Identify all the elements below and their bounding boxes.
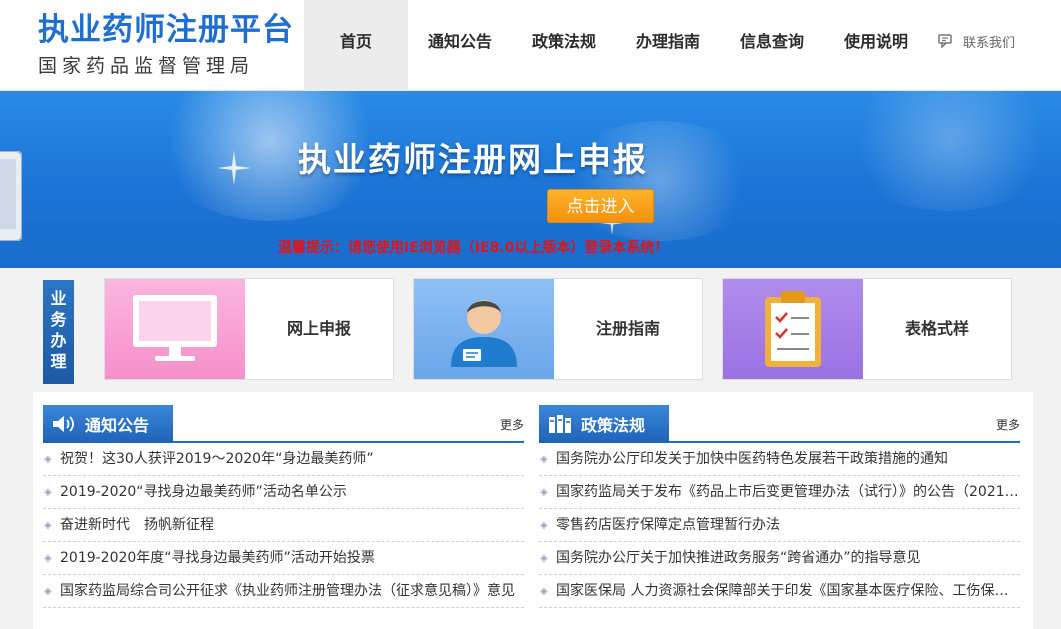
list-item[interactable]: ◈ 国务院办公厅印发关于加快中医药特色发展若干政策措施的通知 bbox=[539, 443, 1020, 476]
list-item-text: 2019-2020年度“寻找身边最美药师”活动开始投票 bbox=[60, 550, 375, 566]
notices-more-link[interactable]: 更多 bbox=[500, 416, 524, 433]
business-label-char: 业 bbox=[50, 289, 67, 308]
logo-subtitle: 国家药品监督管理局 bbox=[38, 55, 255, 77]
bullet-icon: ◈ bbox=[44, 487, 52, 498]
list-item-text: 零售药店医疗保障定点管理暂行办法 bbox=[556, 517, 780, 533]
bullet-icon: ◈ bbox=[540, 487, 548, 498]
nav-query[interactable]: 信息查询 bbox=[720, 0, 824, 91]
business-label-char: 理 bbox=[50, 352, 67, 371]
monitor-icon bbox=[133, 295, 217, 361]
list-item-text: 2019-2020“寻找身边最美药师”活动名单公示 bbox=[60, 484, 347, 500]
enter-button[interactable]: 点击进入 bbox=[547, 189, 654, 223]
policies-list: ◈ 国务院办公厅印发关于加快中医药特色发展若干政策措施的通知 ◈ 国家药监局关于发布… bbox=[539, 443, 1020, 608]
tablet-icon bbox=[0, 151, 22, 241]
main-nav: 首页 通知公告 政策法规 办理指南 信息查询 使用说明 bbox=[304, 0, 928, 91]
banner-title: 执业药师注册网上申报 bbox=[298, 140, 648, 179]
card-tile bbox=[723, 279, 863, 379]
nav-instructions[interactable]: 使用说明 bbox=[824, 0, 928, 91]
person-icon bbox=[451, 300, 517, 367]
bullet-icon: ◈ bbox=[540, 553, 548, 564]
bullet-icon: ◈ bbox=[44, 586, 52, 597]
speaker-icon bbox=[53, 416, 74, 432]
card-label: 注册指南 bbox=[595, 319, 660, 338]
nav-guide[interactable]: 办理指南 bbox=[616, 0, 720, 91]
card-label: 表格式样 bbox=[904, 319, 969, 338]
card-tile bbox=[414, 279, 554, 379]
bullet-icon: ◈ bbox=[44, 454, 52, 465]
list-item[interactable]: ◈ 2019-2020“寻找身边最美药师”活动名单公示 bbox=[43, 476, 524, 509]
card-online-apply[interactable]: 网上申报 bbox=[104, 278, 394, 380]
list-item[interactable]: ◈ 零售药店医疗保障定点管理暂行办法 bbox=[539, 509, 1020, 542]
business-label-char: 办 bbox=[50, 331, 67, 350]
banner: 执业药师注册网上申报 点击进入 温馨提示：请您使用IE浏览器（IE8.0以上版本… bbox=[0, 91, 1061, 268]
business-label-char: 务 bbox=[50, 310, 67, 329]
contact-link[interactable]: 联系我们 bbox=[938, 30, 1015, 52]
list-item-text: 国务院办公厅印发关于加快中医药特色发展若干政策措施的通知 bbox=[556, 451, 948, 467]
list-item[interactable]: ◈ 国家医保局 人力资源社会保障部关于印发《国家基本医疗保险、工伤保险和生育保险药… bbox=[539, 575, 1020, 608]
nav-policies[interactable]: 政策法规 bbox=[512, 0, 616, 91]
list-item-text: 祝贺！这30人获评2019～2020年“身边最美药师” bbox=[60, 451, 374, 467]
list-item-text: 奋进新时代 扬帆新征程 bbox=[60, 517, 214, 533]
sparkle-icon bbox=[217, 151, 251, 185]
card-registration-guide[interactable]: 注册指南 bbox=[413, 278, 703, 380]
business-section: 业 务 办 理 网上申报 注册指南 表格式样 bbox=[0, 268, 1061, 392]
clipboard-icon bbox=[765, 291, 821, 367]
browser-tip: 温馨提示：请您使用IE浏览器（IE8.0以上版本）登录本系统！ bbox=[278, 240, 669, 256]
page-root: 执业药师注册平台 国家药品监督管理局 首页 通知公告 政策法规 办理指南 信息查… bbox=[0, 0, 1061, 629]
list-item[interactable]: ◈ 国家药监局关于发布《药品上市后变更管理办法（试行）》的公告（2021年第8号） bbox=[539, 476, 1020, 509]
notices-tab[interactable]: 通知公告 bbox=[43, 405, 173, 443]
bullet-icon: ◈ bbox=[540, 520, 548, 531]
notices-header: 通知公告 更多 bbox=[43, 405, 524, 443]
contact-label: 联系我们 bbox=[963, 35, 1016, 51]
list-item-text: 国务院办公厅关于加快推进政务服务“跨省通办”的指导意见 bbox=[556, 550, 921, 566]
bullet-icon: ◈ bbox=[44, 553, 52, 564]
notices-title: 通知公告 bbox=[85, 416, 150, 435]
card-form-templates[interactable]: 表格式样 bbox=[722, 278, 1012, 380]
policies-panel: 政策法规 更多 ◈ 国务院办公厅印发关于加快中医药特色发展若干政策措施的通知 ◈ 国… bbox=[539, 405, 1020, 608]
policies-tab[interactable]: 政策法规 bbox=[539, 405, 669, 443]
card-label: 网上申报 bbox=[286, 319, 351, 338]
list-item[interactable]: ◈ 奋进新时代 扬帆新征程 bbox=[43, 509, 524, 542]
nav-home[interactable]: 首页 bbox=[304, 0, 408, 91]
header: 执业药师注册平台 国家药品监督管理局 首页 通知公告 政策法规 办理指南 信息查… bbox=[0, 0, 1061, 91]
logo-title: 执业药师注册平台 bbox=[38, 12, 294, 48]
banner-glow bbox=[840, 91, 1060, 211]
business-label: 业 务 办 理 bbox=[43, 280, 74, 384]
policies-header: 政策法规 更多 bbox=[539, 405, 1020, 443]
policies-title: 政策法规 bbox=[581, 416, 646, 435]
books-icon bbox=[549, 415, 571, 433]
bullet-icon: ◈ bbox=[44, 520, 52, 531]
notices-panel: 通知公告 更多 ◈ 祝贺！这30人获评2019～2020年“身边最美药师” ◈ 20… bbox=[43, 405, 524, 608]
list-item[interactable]: ◈ 祝贺！这30人获评2019～2020年“身边最美药师” bbox=[43, 443, 524, 476]
message-icon bbox=[938, 34, 952, 48]
list-item[interactable]: ◈ 国家药监局综合司公开征求《执业药师注册管理办法（征求意见稿）》意见 bbox=[43, 575, 524, 608]
bullet-icon: ◈ bbox=[540, 454, 548, 465]
list-item-text: 国家医保局 人力资源社会保障部关于印发《国家基本医疗保险、工伤保险和生育保险药品… bbox=[556, 583, 1020, 599]
bullet-icon: ◈ bbox=[540, 586, 548, 597]
list-item-text: 国家药监局关于发布《药品上市后变更管理办法（试行）》的公告（2021年第8号） bbox=[556, 484, 1020, 500]
list-item[interactable]: ◈ 2019-2020年度“寻找身边最美药师”活动开始投票 bbox=[43, 542, 524, 575]
nav-notices[interactable]: 通知公告 bbox=[408, 0, 512, 91]
news-section: 通知公告 更多 ◈ 祝贺！这30人获评2019～2020年“身边最美药师” ◈ 20… bbox=[33, 392, 1033, 629]
list-item-text: 国家药监局综合司公开征求《执业药师注册管理办法（征求意见稿）》意见 bbox=[60, 583, 515, 599]
list-item[interactable]: ◈ 国务院办公厅关于加快推进政务服务“跨省通办”的指导意见 bbox=[539, 542, 1020, 575]
card-tile bbox=[105, 279, 245, 379]
policies-more-link[interactable]: 更多 bbox=[996, 416, 1020, 433]
notices-list: ◈ 祝贺！这30人获评2019～2020年“身边最美药师” ◈ 2019-2020“… bbox=[43, 443, 524, 608]
logo[interactable]: 执业药师注册平台 国家药品监督管理局 bbox=[38, 10, 294, 80]
